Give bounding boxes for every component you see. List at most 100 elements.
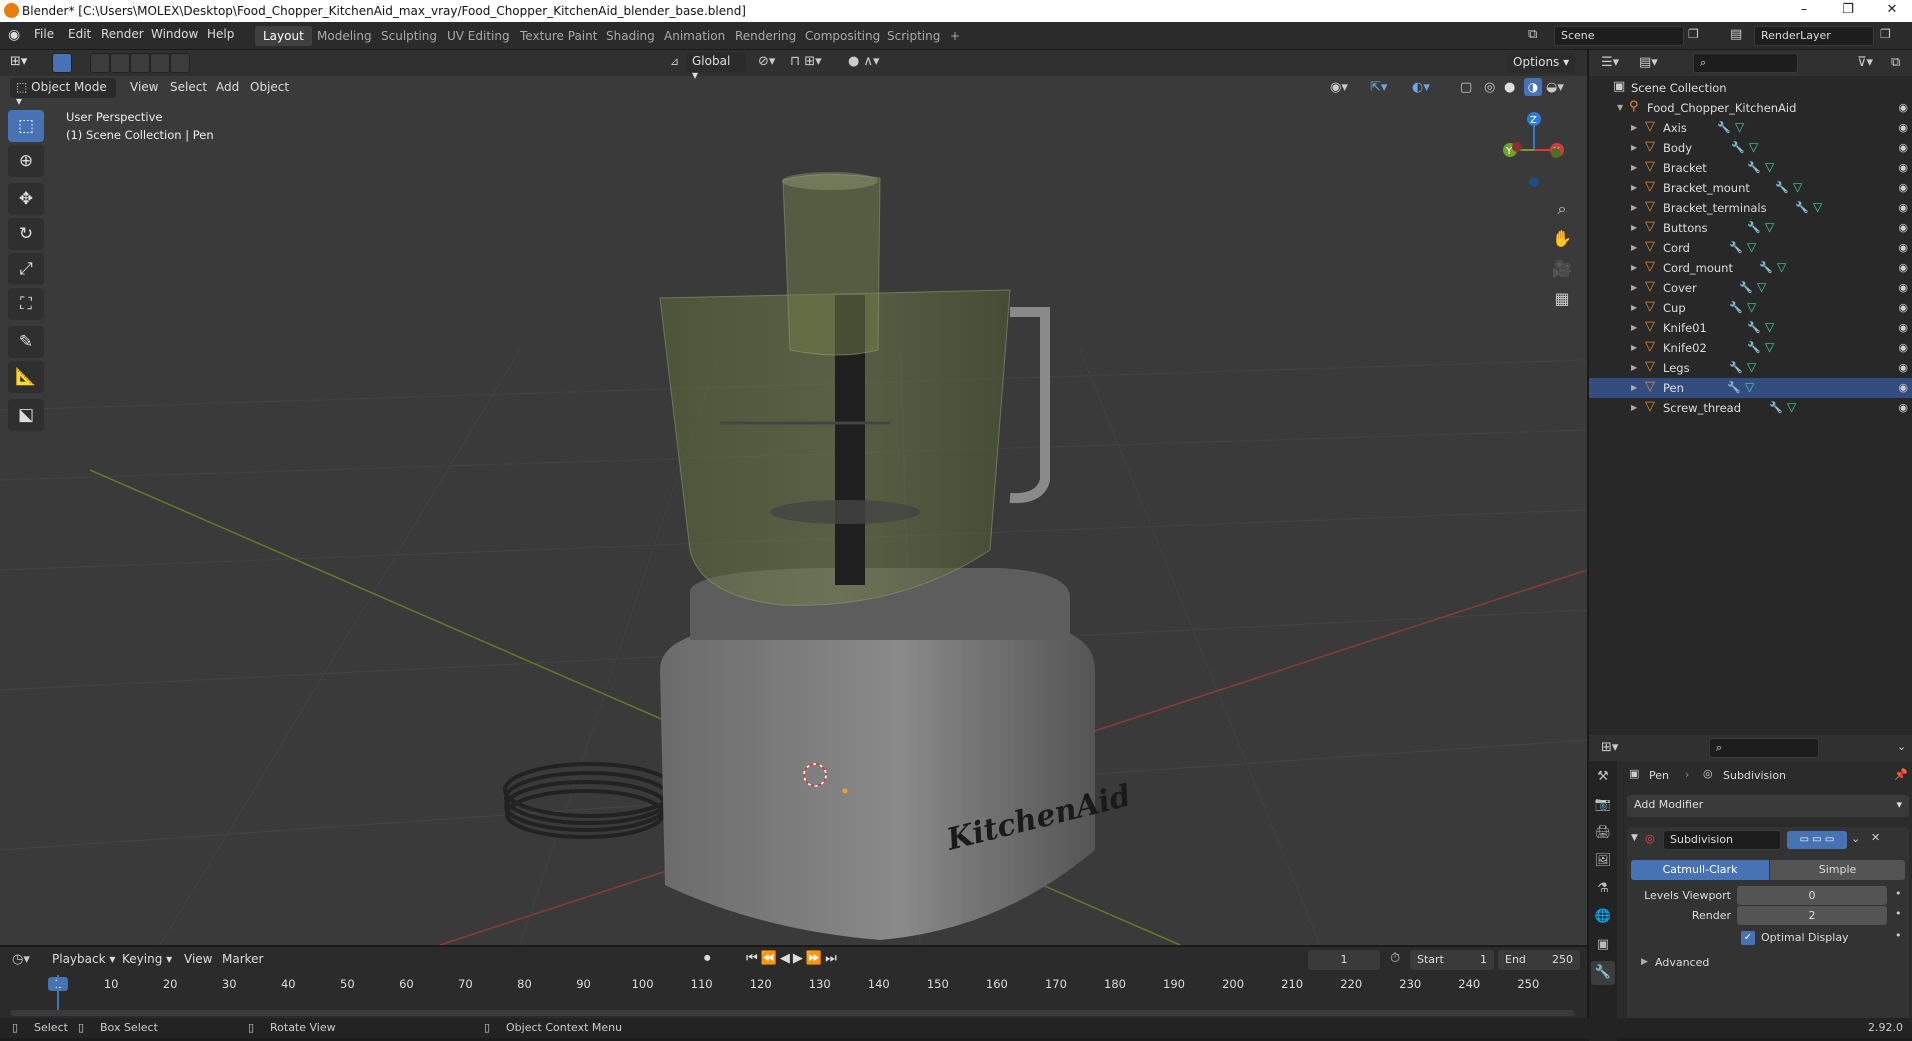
modifier-menu-icon[interactable]: ⌄ <box>1851 832 1860 845</box>
modifier-wrench-icon[interactable]: 🔧 <box>1747 321 1761 334</box>
tab-compositing[interactable]: Compositing <box>797 26 888 46</box>
tab-scripting[interactable]: Scripting <box>879 26 948 46</box>
expand-icon[interactable]: ▶ <box>1631 123 1637 132</box>
expand-icon[interactable]: ▶ <box>1631 303 1637 312</box>
outliner-item-bracket_terminals[interactable]: ▶ ▽ Bracket_terminals 🔧 ▽ ◉ <box>1589 198 1912 218</box>
menu-file[interactable]: File <box>34 27 54 41</box>
pivot-icon[interactable]: ⊘▾ <box>758 54 775 69</box>
outliner-item-body[interactable]: ▶ ▽ Body 🔧 ▽ ◉ <box>1589 138 1912 158</box>
menu-window[interactable]: Window <box>151 27 198 41</box>
outliner-item-cover[interactable]: ▶ ▽ Cover 🔧 ▽ ◉ <box>1589 278 1912 298</box>
mesh-data-icon[interactable]: ▽ <box>1765 320 1774 334</box>
blender-menu-icon[interactable]: ◉ <box>8 27 26 45</box>
outliner-item-knife01[interactable]: ▶ ▽ Knife01 🔧 ▽ ◉ <box>1589 318 1912 338</box>
expand-icon[interactable]: ▶ <box>1631 383 1637 392</box>
catmull-clark-button[interactable]: Catmull-Clark <box>1631 860 1769 880</box>
eye-icon[interactable]: ◉ <box>1898 201 1908 214</box>
overlay-toggle-icon[interactable]: ◐▾ <box>1412 80 1430 95</box>
outliner-item-cord_mount[interactable]: ▶ ▽ Cord_mount 🔧 ▽ ◉ <box>1589 258 1912 278</box>
new-collection-icon[interactable]: ⧉ <box>1891 55 1900 70</box>
menu-object[interactable]: Object <box>244 78 295 98</box>
pin-icon[interactable]: 📌 <box>1894 768 1908 781</box>
mesh-data-icon[interactable]: ▽ <box>1765 160 1774 174</box>
shading-rendered-icon[interactable]: ◒▾ <box>1546 80 1564 95</box>
chevron-down-icon[interactable]: ⌄ <box>1897 740 1906 753</box>
add-workspace-button[interactable]: + <box>942 26 968 46</box>
eye-icon[interactable]: ◉ <box>1898 101 1908 114</box>
simple-button[interactable]: Simple <box>1770 860 1905 880</box>
view-layer-tab-icon[interactable]: 🖼 <box>1591 849 1615 873</box>
tool-tab-icon[interactable]: ⚒ <box>1591 765 1615 789</box>
grid-icon[interactable]: ▦ <box>1548 285 1576 313</box>
outliner-item-screw_thread[interactable]: ▶ ▽ Screw_thread 🔧 ▽ ◉ <box>1589 398 1912 418</box>
expand-icon[interactable]: ▶ <box>1631 183 1637 192</box>
modifier-visibility-icons[interactable]: ▭ ▭ ▭ <box>1787 831 1847 849</box>
mesh-data-icon[interactable]: ▽ <box>1765 340 1774 354</box>
mesh-data-icon[interactable]: ▽ <box>1787 400 1796 414</box>
levels-viewport-field[interactable]: 0 <box>1737 886 1887 905</box>
outliner-item-bracket_mount[interactable]: ▶ ▽ Bracket_mount 🔧 ▽ ◉ <box>1589 178 1912 198</box>
viewport-canvas[interactable]: KitchenAid Z X <box>0 50 1587 945</box>
new-scene-icon[interactable]: ❐ <box>1688 27 1699 41</box>
mesh-data-icon[interactable]: ▽ <box>1747 300 1756 314</box>
mesh-data-icon[interactable]: ▽ <box>1735 120 1744 134</box>
timeline-scrollbar[interactable] <box>10 1010 1575 1016</box>
eye-icon[interactable]: ◉ <box>1898 161 1908 174</box>
annotate-icon[interactable]: ✎ <box>8 326 44 358</box>
scene-tab-icon[interactable]: ⚗ <box>1591 877 1615 901</box>
pan-hand-icon[interactable]: ✋ <box>1548 225 1576 253</box>
select-box-icon[interactable]: ⬚ <box>8 110 44 142</box>
select-invert-icon[interactable] <box>150 53 170 73</box>
modifier-name-field[interactable]: Subdivision <box>1663 830 1781 850</box>
modifier-wrench-icon[interactable]: 🔧 <box>1747 341 1761 354</box>
shading-wireframe-icon[interactable]: ◎ <box>1484 80 1495 95</box>
eye-icon[interactable]: ◉ <box>1898 241 1908 254</box>
eye-icon[interactable]: ◉ <box>1898 401 1908 414</box>
select-intersect-icon[interactable] <box>170 53 190 73</box>
eye-icon[interactable]: ◉ <box>1898 341 1908 354</box>
outliner-item-axis[interactable]: ▶ ▽ Axis 🔧 ▽ ◉ <box>1589 118 1912 138</box>
render-layer-field[interactable]: RenderLayer <box>1754 26 1874 46</box>
expand-icon[interactable]: ▶ <box>1631 223 1637 232</box>
expand-icon[interactable]: ▶ <box>1631 203 1637 212</box>
render-tab-icon[interactable]: 📷 <box>1591 793 1615 817</box>
modifier-wrench-icon[interactable]: 🔧 <box>1775 181 1789 194</box>
tab-layout[interactable]: Layout <box>255 26 312 46</box>
properties-editor-icon[interactable]: ⊞▾ <box>1601 740 1618 755</box>
tab-uv-editing[interactable]: UV Editing <box>439 26 518 46</box>
snap-icon[interactable]: ⊓ ⊞▾ <box>790 54 822 69</box>
mode-dropdown[interactable]: ⬚ Object Mode ▾ <box>10 78 116 108</box>
options-dropdown[interactable]: Options ▾ <box>1507 53 1576 73</box>
outliner-item-buttons[interactable]: ▶ ▽ Buttons 🔧 ▽ ◉ <box>1589 218 1912 238</box>
measure-icon[interactable]: 📐 <box>8 361 44 393</box>
feed-tube[interactable] <box>782 172 881 356</box>
outliner-item-cup[interactable]: ▶ ▽ Cup 🔧 ▽ ◉ <box>1589 298 1912 318</box>
tab-sculpting[interactable]: Sculpting <box>373 26 445 46</box>
mesh-data-icon[interactable]: ▽ <box>1757 280 1766 294</box>
menu-view[interactable]: View <box>124 78 164 98</box>
eye-icon[interactable]: ◉ <box>1898 321 1908 334</box>
collapse-icon[interactable]: ▼ <box>1617 103 1623 112</box>
outliner-item-pen[interactable]: ▶ ▽ Pen 🔧 ▽ ◉ <box>1589 378 1912 398</box>
expand-icon[interactable]: ▶ <box>1631 243 1637 252</box>
modifier-wrench-icon[interactable]: 🔧 <box>1731 141 1745 154</box>
mesh-data-icon[interactable]: ▽ <box>1747 360 1756 374</box>
outliner-editor-icon[interactable]: ☰▾ <box>1601 55 1619 70</box>
filter-icon[interactable]: ⊽▾ <box>1857 55 1873 70</box>
zoom-icon[interactable]: ⌕ <box>1548 195 1576 223</box>
object-tab-icon[interactable]: ▣ <box>1591 933 1615 957</box>
eye-icon[interactable]: ◉ <box>1898 361 1908 374</box>
expand-icon[interactable]: ▶ <box>1631 363 1637 372</box>
mesh-data-icon[interactable]: ▽ <box>1749 140 1758 154</box>
xray-icon[interactable]: ▢ <box>1460 80 1472 95</box>
mesh-data-icon[interactable]: ▽ <box>1777 260 1786 274</box>
maximize-icon[interactable]: ❐ <box>1828 2 1868 17</box>
eye-icon[interactable]: ◉ <box>1898 301 1908 314</box>
transform-icon[interactable]: ⛶ <box>8 288 44 320</box>
animate-dot-icon[interactable]: • <box>1895 907 1902 920</box>
shading-solid-icon[interactable]: ● <box>1504 80 1515 95</box>
menu-render[interactable]: Render <box>101 27 144 41</box>
outliner-item-knife02[interactable]: ▶ ▽ Knife02 🔧 ▽ ◉ <box>1589 338 1912 358</box>
tab-shading[interactable]: Shading <box>598 26 663 46</box>
playhead[interactable] <box>57 975 59 1013</box>
